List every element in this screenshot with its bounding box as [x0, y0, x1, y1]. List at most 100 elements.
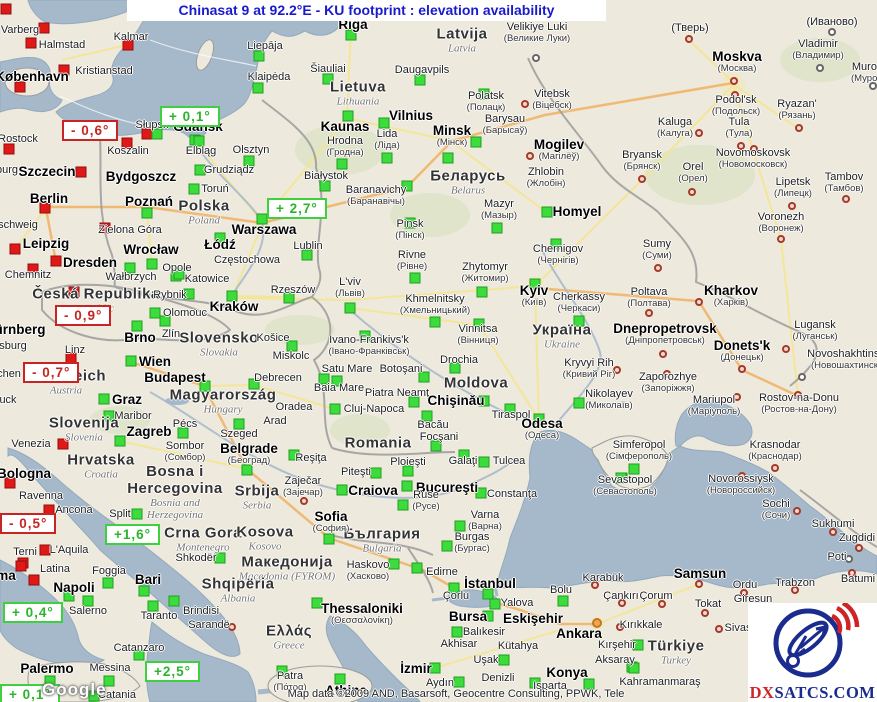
marker-red-square-varberg — [39, 23, 50, 34]
country-name: Kosova — [236, 524, 293, 541]
country-subname: Montenegro — [164, 542, 242, 554]
city-subname: (Новороссийск) — [707, 486, 775, 496]
city-label-homyel: Homyel — [553, 205, 602, 219]
marker-green-square-constan-a — [476, 488, 487, 499]
city-label-konya: Konya — [546, 666, 587, 680]
city-name: Zagreb — [126, 425, 171, 439]
marker-green-square-satu-mare — [319, 374, 330, 385]
marker-green-square-vilnius — [379, 118, 390, 129]
city-label-pite-ti: Piteşti — [341, 467, 371, 479]
marker-green-square-budapest — [200, 381, 211, 392]
city-label-kristianstad: Kristianstad — [75, 66, 132, 78]
city-name: Taranto — [141, 611, 178, 623]
city-name: Rivne — [397, 250, 427, 262]
city-name: Burgas — [454, 532, 490, 544]
marker-green-square-grudzi-dz — [195, 165, 206, 176]
marker-green-square-olsztyn — [244, 156, 255, 167]
city-subname: (Новошахтинск) — [807, 361, 877, 371]
marker-city-dot-open-velikiye-luki — [532, 54, 540, 62]
city-name: Grudziądz — [204, 165, 254, 177]
city-subname: (Θεσσαλονίκη) — [321, 616, 403, 626]
city-name: Zlín — [162, 329, 180, 341]
map-attribution: Map data ©2009 AND, Basarsoft, Geocentre… — [180, 688, 732, 700]
city-label-edirne: Edirne — [426, 567, 458, 579]
country-label-magyarorsz-g: MagyarországHungary — [170, 387, 277, 416]
city-label-kharkov: Kharkov(Харків) — [704, 284, 758, 308]
city-name: Szeged — [220, 429, 257, 441]
city-name: Moskva — [712, 50, 762, 64]
city-subname: (Харків) — [704, 298, 758, 308]
marker-city-dot-vitebsk — [521, 100, 529, 108]
marker-green-square-cluj-napoca — [330, 404, 341, 415]
city-subname: (Луганськ) — [792, 332, 837, 342]
city-name: Dresden — [63, 256, 117, 270]
city-label-craiova: Craiova — [348, 484, 398, 498]
city-name: Khmelnitsky — [400, 294, 470, 306]
country-subname: Macedonia (FYROM) — [239, 571, 335, 583]
city-name: Velikiye Luki — [504, 22, 570, 34]
city-label-zl-n: Zlín — [162, 329, 180, 341]
map-canvas[interactable]: LatvijaLatviaLietuvaLithuaniaБеларусьBel… — [0, 0, 877, 702]
city-name: Kryvyi Rih — [563, 358, 616, 370]
marker-green-square-pite-ti — [371, 468, 382, 479]
marker-green-square-lida — [382, 153, 393, 164]
city-name: Bursa — [449, 610, 487, 624]
country-name: Srbija — [235, 483, 280, 500]
marker-green-square-riga — [346, 30, 357, 41]
marker-city-dot-moskva — [730, 77, 738, 85]
city-name: Akhisar — [441, 639, 478, 651]
marker-green-square-4 — [558, 596, 569, 607]
city-subname: (Черкаси) — [553, 304, 605, 314]
city-subname: (Полтава) — [627, 299, 671, 309]
city-subname: (Донецьк) — [714, 353, 770, 363]
country-subname: Turkey — [648, 655, 705, 667]
marker-red-square-ma — [16, 561, 27, 572]
city-label-bal-kesir: Balıkesir — [463, 627, 505, 639]
city-subname: (Сімферополь) — [606, 452, 672, 462]
city-name: burg — [0, 165, 18, 177]
country-label-srbija: SrbijaSerbia — [235, 483, 280, 512]
city-subname: (Ліда) — [374, 141, 400, 151]
city-name: Zhytomyr — [461, 262, 508, 274]
city-name: Tambov — [824, 172, 863, 184]
marker-green-square-wien — [126, 356, 137, 367]
city-name: Foggia — [92, 566, 126, 578]
city-subname: (Одеса) — [521, 431, 562, 441]
marker-green-square-boto-ani — [419, 372, 430, 383]
marker-red-square-bologna — [5, 478, 16, 489]
city-subname: (Тамбов) — [824, 184, 863, 194]
city-name: Kırıkkale — [620, 620, 663, 632]
city-label-rnberg: ürnberg — [0, 323, 46, 337]
city-label-orel: Orel(Орел) — [678, 162, 708, 184]
city-name: Lipetsk — [774, 177, 812, 189]
city-name: Kaunas — [321, 120, 370, 134]
marker-green-square-wa-brzych — [125, 263, 136, 274]
marker-green-square-tulcea — [479, 457, 490, 468]
elevation-badge-0-4: + 0,4° — [3, 602, 63, 623]
city-subname: (Ростов-на-Дону) — [759, 405, 839, 415]
marker-green-square-hrodna — [337, 159, 348, 170]
city-subname: (Львів) — [335, 289, 365, 299]
city-name: sburg — [0, 341, 27, 353]
city-label-sofia: Sofia(София) — [313, 510, 350, 534]
city-label-ruse: Ruse(Русе) — [412, 490, 439, 512]
city-name: Bacău — [417, 420, 448, 432]
elevation-badge-1-6: +1,6° — [105, 524, 160, 545]
city-subname: (Подольск) — [712, 107, 760, 117]
country-name: Hrvatska — [67, 452, 134, 469]
city-label-bac-u: Bacău — [417, 420, 448, 432]
city-label-vilnius: Vilnius — [389, 109, 433, 123]
marker-green-square-iauliai — [323, 74, 334, 85]
city-label-bucure-ti: Bucureşti — [416, 481, 478, 495]
country-subname: Latvia — [436, 43, 487, 55]
marker-city-dot-voronezh — [777, 235, 785, 243]
city-label-latina: Latina — [40, 564, 70, 576]
city-label-baranavichy: Baranavichy(Баранавічы) — [346, 185, 407, 207]
dxsatcs-logo[interactable]: DXSATCS.COM — [748, 603, 877, 702]
city-label-burgas: Burgas(Бургас) — [454, 532, 490, 554]
city-label-krak-w: Kraków — [210, 300, 259, 314]
city-name: chen — [0, 369, 21, 381]
city-label-k-r-ehir: Kırşehir — [598, 640, 636, 652]
city-subname: (Липецк) — [774, 189, 812, 199]
city-label-leipzig: Leipzig — [23, 237, 70, 251]
